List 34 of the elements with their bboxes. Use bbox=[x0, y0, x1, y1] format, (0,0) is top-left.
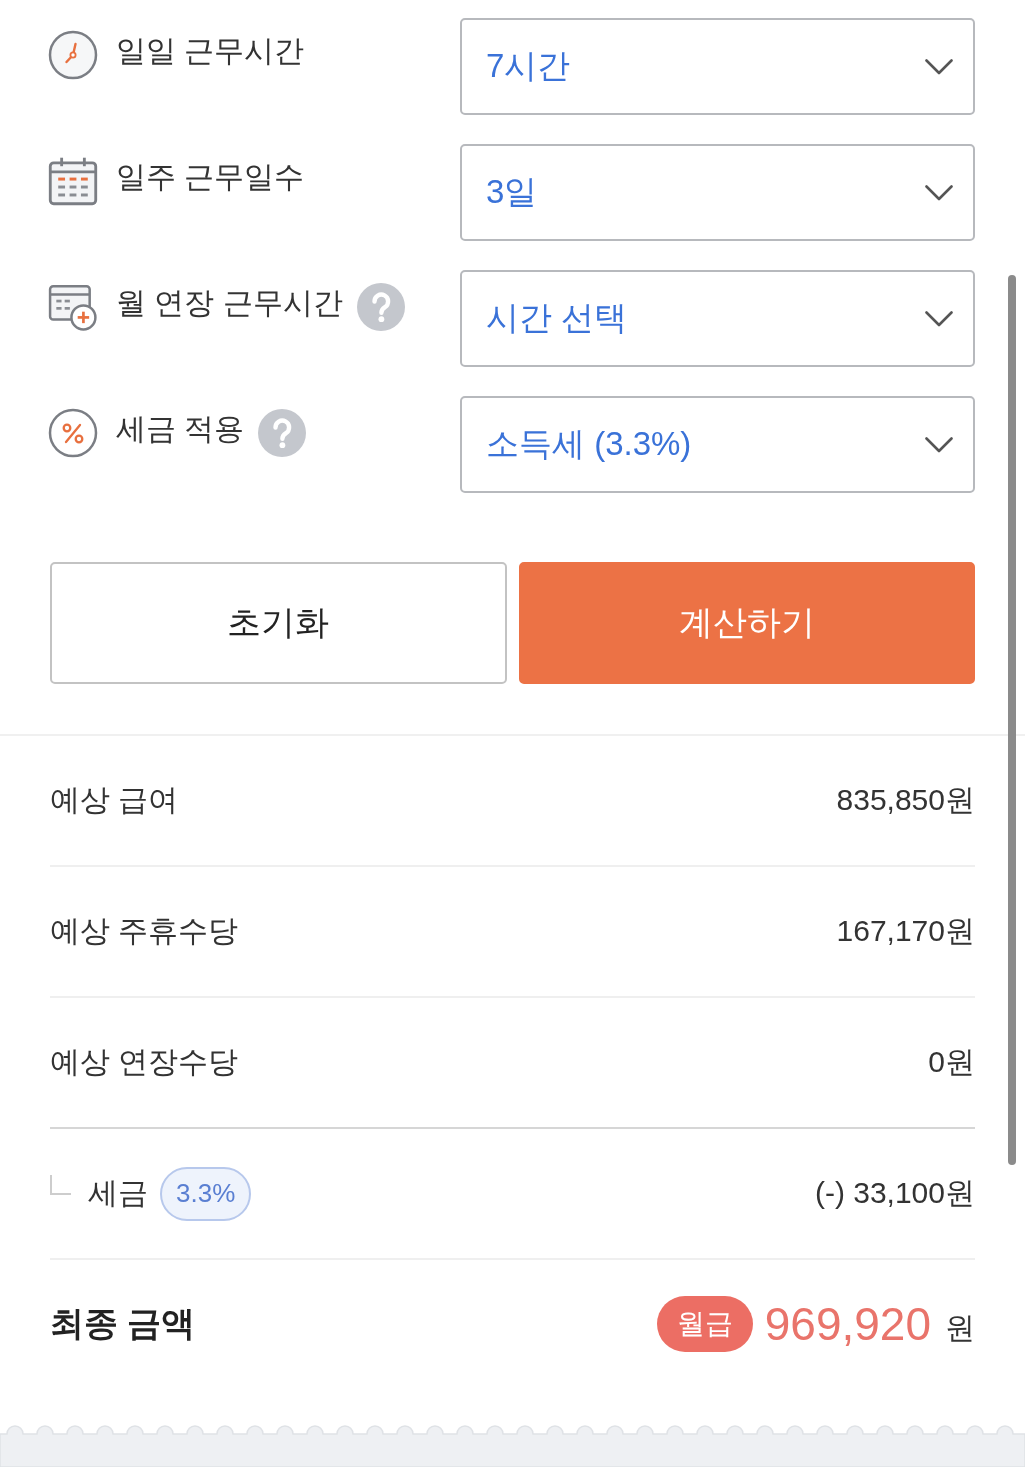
dropdown[interactable]: 3일 bbox=[460, 144, 975, 241]
result-value: (-) 33,100원 bbox=[814, 1175, 975, 1211]
calendar-icon bbox=[48, 156, 98, 206]
result-label: 예상 주휴수당 bbox=[50, 913, 239, 949]
chevron-down-icon bbox=[925, 436, 953, 453]
currency-unit: 원 bbox=[945, 1309, 975, 1346]
dropdown[interactable]: 7시간 bbox=[460, 18, 975, 115]
field-label: 일주 근무일수 bbox=[116, 159, 305, 195]
pay-type-badge: 월급 bbox=[656, 1296, 753, 1352]
clock-icon bbox=[48, 30, 98, 80]
result-label: 예상 급여 bbox=[50, 782, 179, 818]
percent-icon bbox=[48, 408, 98, 458]
calendar-plus-icon bbox=[48, 282, 98, 332]
total-amount: 969,920 bbox=[764, 1297, 931, 1351]
help-icon[interactable] bbox=[356, 283, 405, 331]
total-label: 최종 금액 bbox=[50, 1303, 196, 1344]
help-icon[interactable] bbox=[258, 409, 307, 457]
indent-corner-icon bbox=[50, 1174, 72, 1195]
field-label: 세금 적용 bbox=[116, 411, 245, 447]
result-label: 예상 연장수당 bbox=[50, 1044, 239, 1080]
field-label: 월 연장 근무시간 bbox=[116, 285, 343, 321]
result-value: 167,170원 bbox=[836, 913, 975, 949]
result-label: 세금 bbox=[88, 1175, 148, 1211]
reset-button[interactable]: 초기화 bbox=[50, 562, 507, 684]
rate-badge: 3.3% bbox=[160, 1166, 252, 1221]
calculate-button[interactable]: 계산하기 bbox=[518, 562, 975, 684]
dropdown[interactable]: 소득세 (3.3%) bbox=[460, 396, 975, 493]
chevron-down-icon bbox=[925, 184, 953, 201]
dropdown[interactable]: 시간 선택 bbox=[460, 270, 975, 367]
result-value: 0원 bbox=[928, 1044, 975, 1080]
chevron-down-icon bbox=[925, 310, 953, 327]
result-value: 835,850원 bbox=[836, 782, 975, 818]
field-label: 일일 근무시간 bbox=[116, 33, 305, 69]
chevron-down-icon bbox=[925, 58, 953, 75]
